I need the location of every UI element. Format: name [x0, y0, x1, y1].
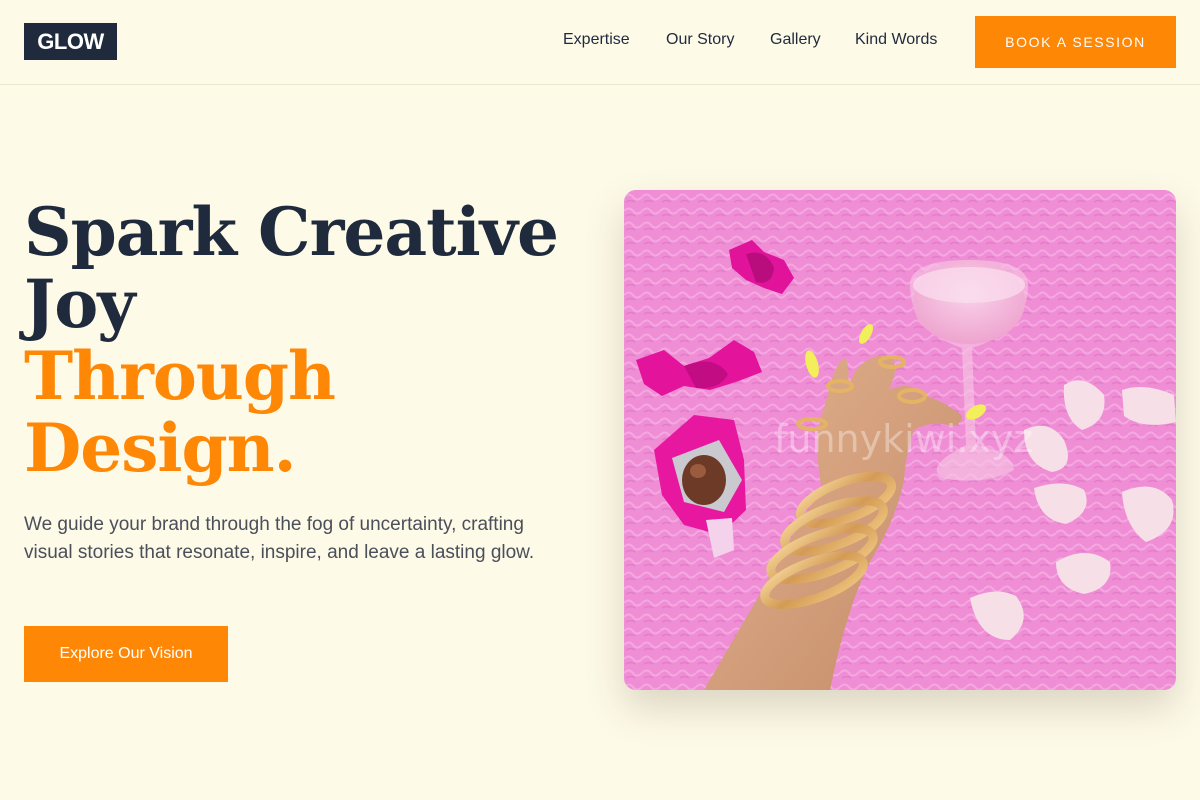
logo[interactable]: GLOW: [24, 23, 117, 60]
nav-link-gallery[interactable]: Gallery: [770, 31, 821, 49]
hero-title: Spark Creative Joy Through Design.: [24, 196, 584, 484]
hero-title-line-3: Through: [24, 337, 336, 415]
hero-photo-illustration: funnykiwi.xyz: [624, 190, 1176, 690]
explore-vision-button[interactable]: Explore Our Vision: [24, 626, 228, 682]
hero-subtitle: We guide your brand through the fog of u…: [24, 514, 535, 563]
site-header: GLOW Expertise Our Story Gallery Kind Wo…: [0, 0, 1200, 85]
nav-link-our-story[interactable]: Our Story: [666, 31, 734, 49]
nav-link-kind-words[interactable]: Kind Words: [855, 31, 937, 49]
hero-title-line-2: Joy: [24, 265, 136, 343]
book-session-button[interactable]: BOOK A SESSION: [975, 16, 1176, 68]
hero-title-line-4: Design.: [24, 409, 297, 487]
nav-link-expertise[interactable]: Expertise: [563, 31, 630, 49]
image-watermark: funnykiwi.xyz: [774, 417, 1033, 461]
hero-title-line-1: Spark Creative: [24, 193, 559, 271]
hero-image: funnykiwi.xyz: [624, 190, 1176, 690]
